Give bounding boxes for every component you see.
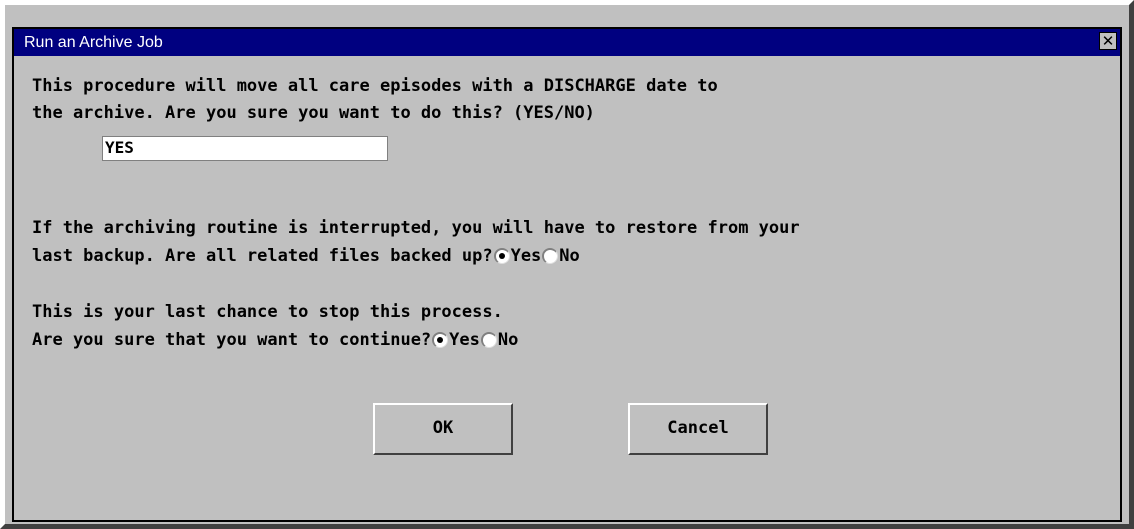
cancel-button[interactable]: Cancel [628,403,768,455]
prompt3-line1: This is your last chance to stop this pr… [32,302,503,322]
title-bar[interactable]: Run an Archive Job ✕ [14,29,1120,56]
close-icon[interactable]: ✕ [1099,32,1117,50]
archive-confirm-input[interactable]: YES [102,136,388,161]
prompt1-line1: This procedure will move all care episod… [32,76,718,96]
window-title: Run an Archive Job [24,34,163,51]
backup-question-row: last backup. Are all related files backe… [32,246,580,266]
backup-yes-label[interactable]: Yes [511,246,542,266]
archive-dialog: Run an Archive Job ✕ This procedure will… [0,0,1134,529]
prompt2-line1: If the archiving routine is interrupted,… [32,218,800,238]
continue-no-label[interactable]: No [498,330,518,350]
continue-yes-label[interactable]: Yes [449,330,480,350]
backup-no-label[interactable]: No [559,246,579,266]
prompt2-line2: last backup. Are all related files backe… [32,246,493,266]
ok-button[interactable]: OK [373,403,513,455]
dialog-frame: Run an Archive Job ✕ This procedure will… [12,27,1122,522]
prompt1-line2: the archive. Are you sure you want to do… [32,103,595,123]
continue-question-row: Are you sure that you want to continue? Y… [32,330,518,350]
backup-yes-radio[interactable] [493,248,510,264]
backup-no-radio[interactable] [542,248,559,264]
continue-no-radio[interactable] [480,332,497,348]
continue-yes-radio[interactable] [432,332,449,348]
prompt3-line2: Are you sure that you want to continue? [32,330,432,350]
